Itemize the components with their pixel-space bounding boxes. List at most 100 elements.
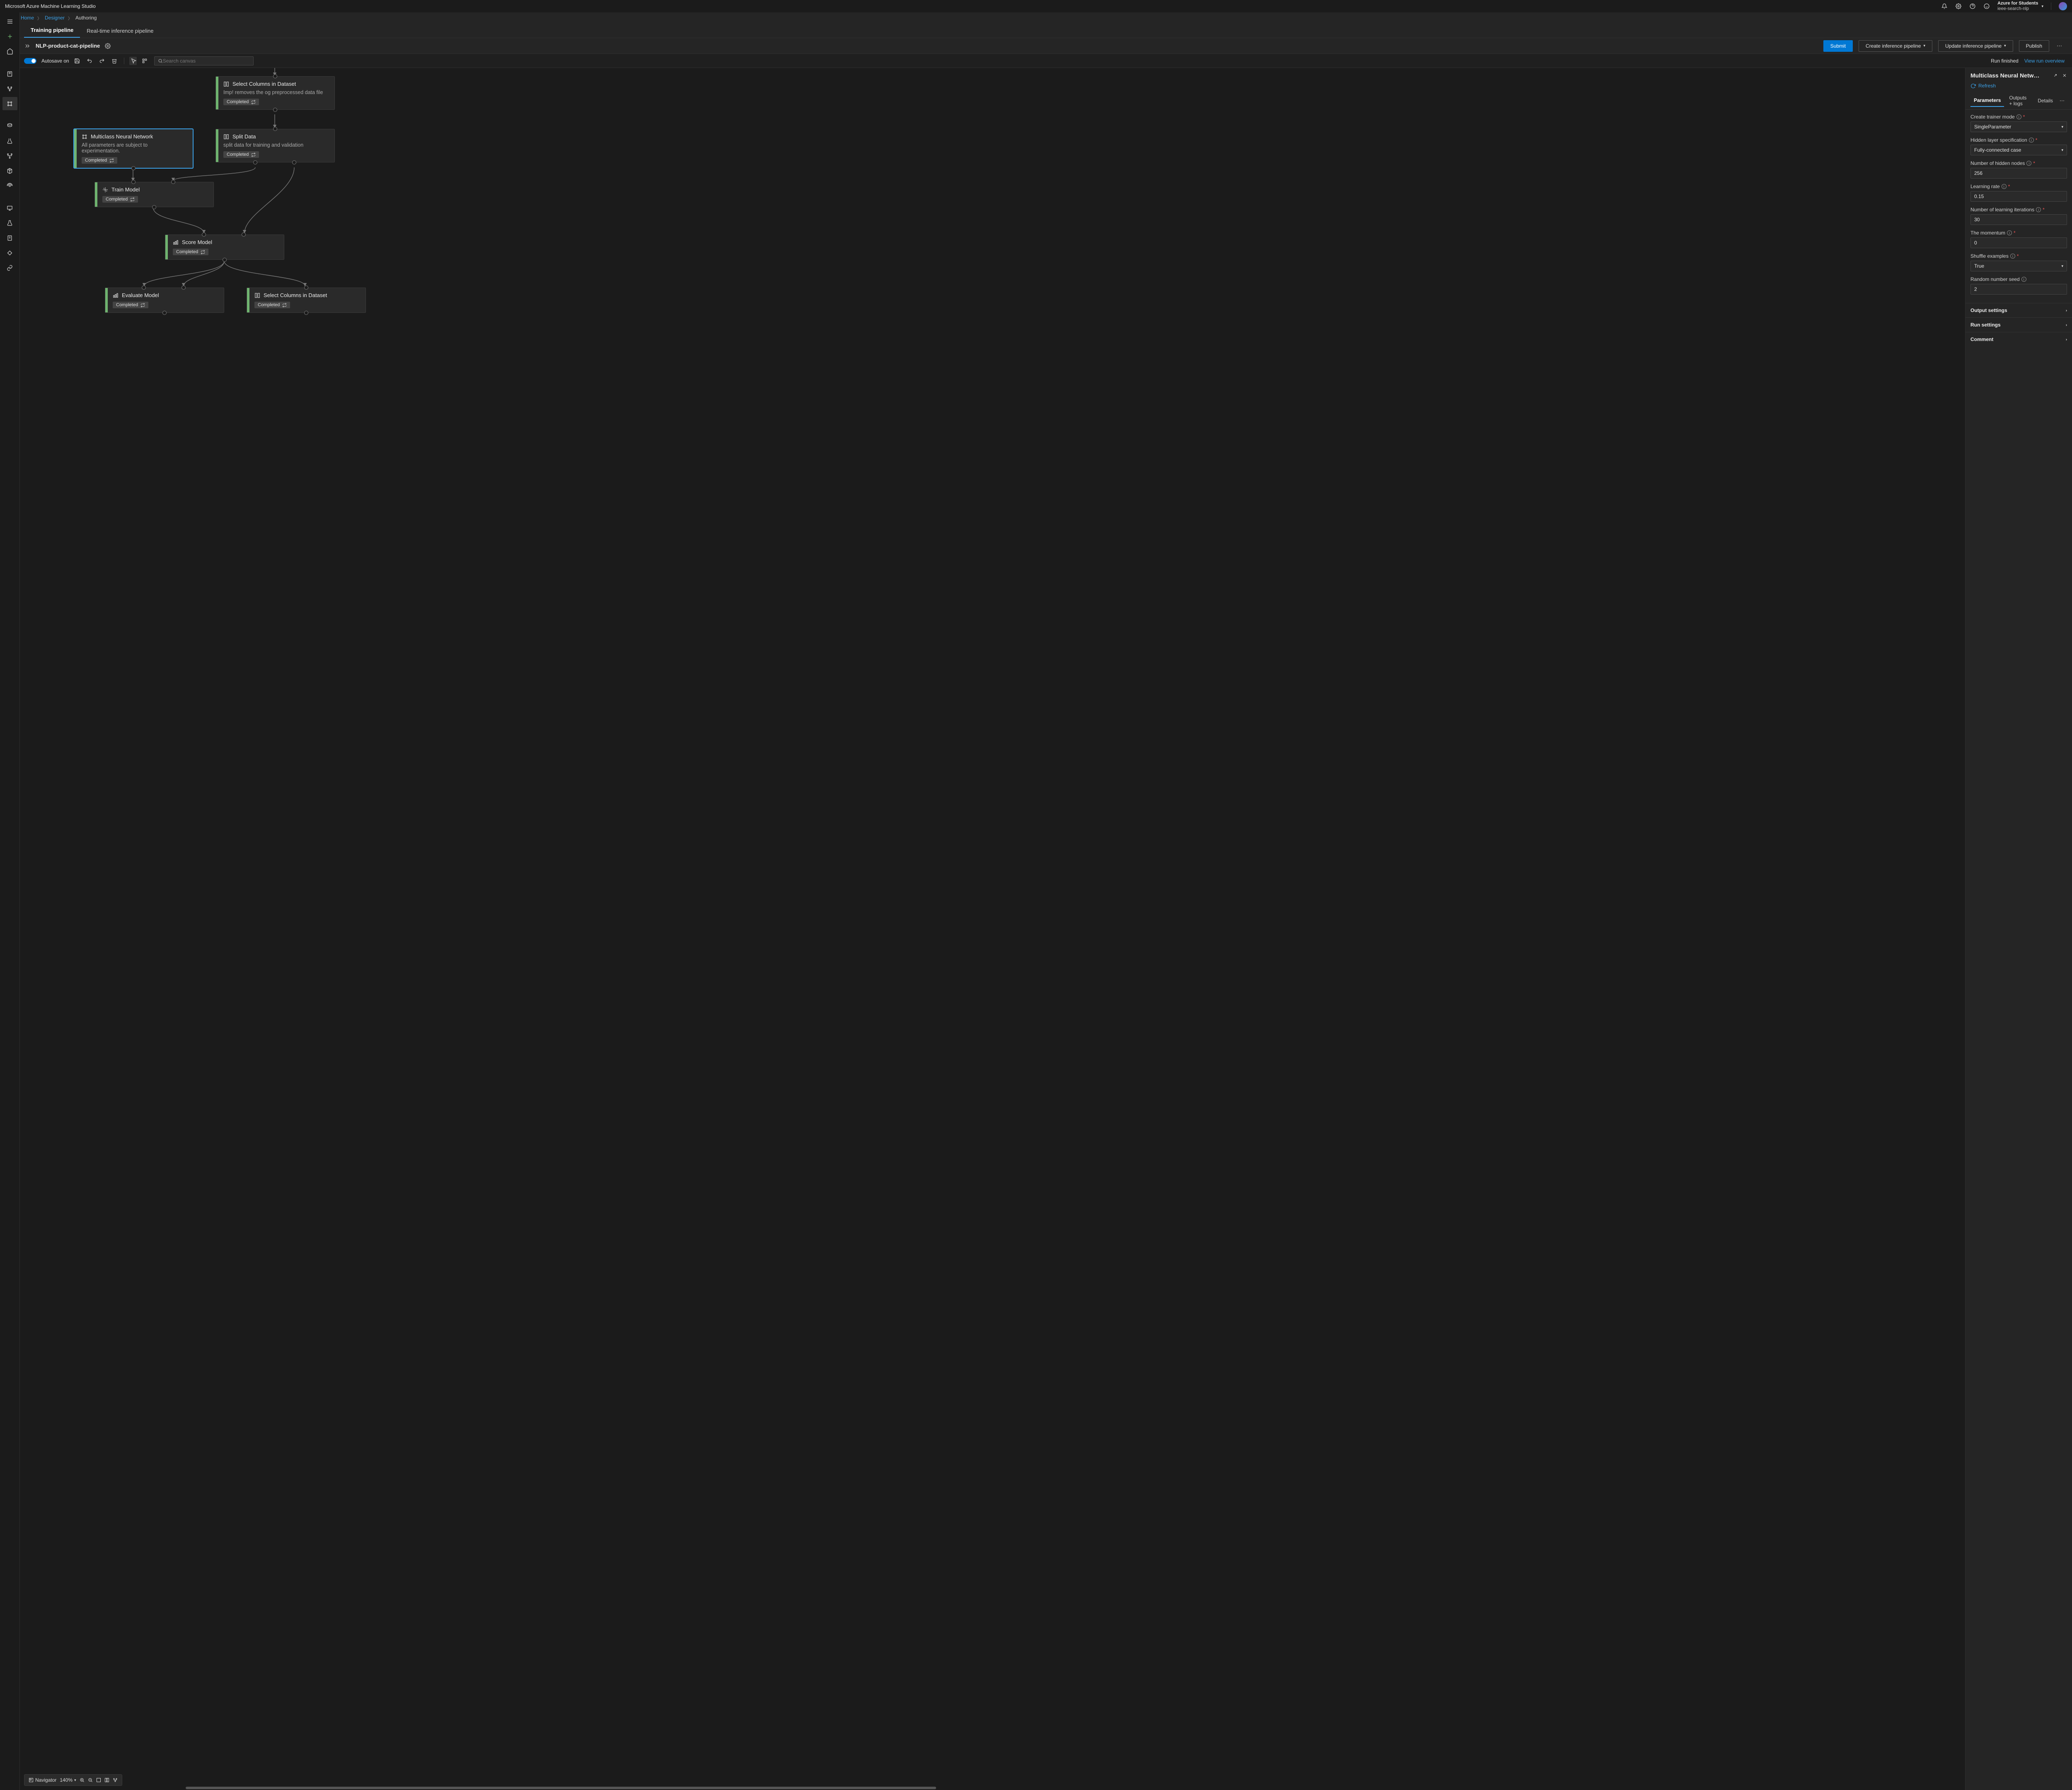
info-icon[interactable]: i (2026, 161, 2031, 166)
pan-mode-icon[interactable] (142, 58, 149, 64)
info-icon[interactable]: i (2007, 230, 2012, 235)
hidden-nodes-input[interactable] (1970, 168, 2067, 179)
learning-rate-input[interactable] (1970, 191, 2067, 202)
tab-training-pipeline[interactable]: Training pipeline (24, 23, 80, 38)
port-out[interactable] (131, 166, 136, 170)
port-in-2[interactable] (242, 232, 246, 237)
labeling-icon[interactable] (2, 246, 17, 259)
tab-details[interactable]: Details (2034, 95, 2056, 106)
port-in[interactable] (273, 127, 277, 131)
create-inference-button[interactable]: Create inference pipeline▾ (1859, 40, 1932, 52)
seed-input[interactable] (1970, 284, 2067, 295)
undo-icon[interactable] (87, 58, 94, 64)
port-in[interactable] (273, 74, 277, 78)
gear-icon[interactable] (1955, 3, 1962, 10)
node-split-data[interactable]: Split Data split data for training and v… (215, 129, 335, 162)
close-icon[interactable] (2062, 73, 2067, 78)
hamburger-icon[interactable] (2, 15, 17, 28)
section-output-settings[interactable]: Output settings› (1965, 303, 2072, 317)
info-icon[interactable]: i (2029, 138, 2034, 143)
autosave-toggle[interactable] (24, 58, 36, 64)
zoom-level[interactable]: 140% ▾ (60, 1777, 76, 1783)
bell-icon[interactable] (1941, 3, 1948, 10)
section-run-settings[interactable]: Run settings› (1965, 317, 2072, 332)
save-icon[interactable] (74, 58, 82, 64)
view-run-overview-link[interactable]: View run overview (2024, 58, 2065, 64)
breadcrumb-home[interactable]: Home (21, 15, 34, 21)
avatar[interactable] (2059, 2, 2067, 10)
port-in-1[interactable] (142, 285, 146, 290)
fit-screen-icon[interactable] (96, 1778, 101, 1783)
node-multiclass-nn[interactable]: Multiclass Neural Network All parameters… (74, 129, 193, 168)
auto-layout-icon[interactable] (113, 1778, 118, 1783)
experiments-icon[interactable] (2, 134, 17, 148)
breadcrumb-designer[interactable]: Designer (45, 15, 65, 21)
node-evaluate-model[interactable]: Evaluate Model Completed (105, 288, 224, 313)
iterations-input[interactable] (1970, 214, 2067, 225)
add-icon[interactable] (2, 30, 17, 43)
refresh-button[interactable]: Refresh (1965, 83, 2072, 92)
scrollbar-thumb[interactable] (186, 1787, 936, 1789)
compute-icon[interactable] (2, 201, 17, 215)
pipelines-icon[interactable] (2, 149, 17, 162)
port-out[interactable] (273, 108, 277, 112)
subscription-switcher[interactable]: Azure for Students ieee-search-nlp ▾ (1997, 1, 2043, 12)
momentum-input[interactable] (1970, 237, 2067, 248)
info-icon[interactable]: i (2002, 184, 2007, 189)
help-icon[interactable] (1969, 3, 1976, 10)
feedback-icon[interactable] (1983, 3, 1990, 10)
hidden-spec-select[interactable]: Fully-connected case▾ (1970, 145, 2067, 155)
models-icon[interactable] (2, 164, 17, 177)
search-canvas-input[interactable] (163, 58, 250, 64)
publish-button[interactable]: Publish (2019, 40, 2049, 52)
port-out[interactable] (304, 311, 308, 315)
submit-button[interactable]: Submit (1823, 40, 1853, 52)
info-icon[interactable]: i (2036, 207, 2041, 212)
more-icon[interactable]: ⋯ (2055, 41, 2065, 51)
data-icon[interactable] (2, 119, 17, 133)
node-select-columns-1[interactable]: Select Columns in Dataset Imp! removes t… (215, 76, 335, 110)
automl-icon[interactable] (2, 82, 17, 95)
shuffle-select[interactable]: True▾ (1970, 261, 2067, 271)
horizontal-scrollbar[interactable] (186, 1786, 1853, 1790)
update-inference-button[interactable]: Update inference pipeline▾ (1938, 40, 2013, 52)
info-icon[interactable]: i (2021, 277, 2026, 282)
navigator-button[interactable]: Navigator (29, 1777, 56, 1783)
info-icon[interactable]: i (2016, 114, 2021, 119)
datastores-icon[interactable] (2, 231, 17, 244)
zoom-out-icon[interactable] (88, 1778, 93, 1783)
node-train-model[interactable]: Train Model Completed (94, 182, 214, 207)
zoom-in-icon[interactable] (80, 1778, 85, 1783)
port-out-1[interactable] (253, 160, 257, 164)
endpoints-icon[interactable] (2, 179, 17, 192)
node-select-columns-2[interactable]: Select Columns in Dataset Completed (247, 288, 366, 313)
environments-icon[interactable] (2, 216, 17, 230)
port-in-1[interactable] (131, 180, 136, 184)
canvas[interactable]: Select Columns in Dataset Imp! removes t… (20, 68, 1965, 1790)
select-mode-icon[interactable] (129, 57, 137, 65)
port-out[interactable] (152, 205, 156, 209)
port-out[interactable] (162, 311, 167, 315)
notebooks-icon[interactable] (2, 67, 17, 80)
tab-realtime-inference[interactable]: Real-time inference pipeline (80, 24, 160, 38)
panel-tabs-more-icon[interactable]: ⋯ (2058, 96, 2067, 105)
delete-icon[interactable] (111, 58, 119, 64)
node-score-model[interactable]: Score Model Completed (165, 235, 284, 260)
redo-icon[interactable] (99, 58, 107, 64)
port-in[interactable] (304, 285, 308, 290)
search-canvas[interactable] (154, 56, 254, 65)
expand-panel-icon[interactable] (24, 43, 31, 49)
port-in-2[interactable] (171, 180, 175, 184)
section-comment[interactable]: Comment› (1965, 332, 2072, 346)
linked-icon[interactable] (2, 261, 17, 274)
tab-outputs-logs[interactable]: Outputs + logs (2006, 92, 2033, 109)
expand-icon[interactable] (2053, 73, 2058, 78)
trainer-mode-select[interactable]: SingleParameter▾ (1970, 121, 2067, 132)
home-icon[interactable] (2, 45, 17, 58)
port-out-2[interactable] (292, 160, 296, 164)
pipeline-settings-icon[interactable] (105, 43, 111, 49)
designer-icon[interactable] (2, 97, 17, 110)
port-in-1[interactable] (202, 232, 206, 237)
tab-parameters[interactable]: Parameters (1970, 94, 2004, 107)
actual-size-icon[interactable] (104, 1778, 109, 1783)
